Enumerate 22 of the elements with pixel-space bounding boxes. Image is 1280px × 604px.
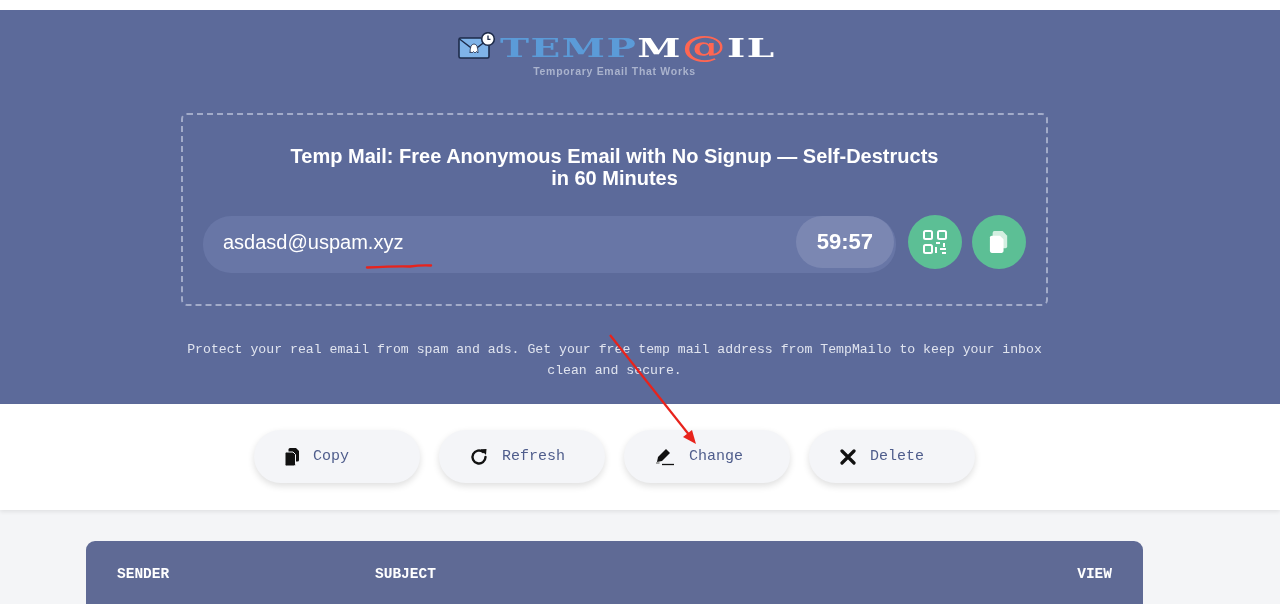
- logo-wordmark: TEMPM@IL: [499, 30, 776, 64]
- copy-icon: [989, 230, 1009, 254]
- copy-button[interactable]: Copy: [254, 430, 420, 483]
- change-button[interactable]: Change: [624, 430, 790, 483]
- email-address: asdasd@uspam.xyz: [223, 231, 404, 254]
- copy-icon: [285, 447, 299, 466]
- annotation-underline: [365, 264, 433, 269]
- column-header: VIEW: [1077, 565, 1112, 583]
- tagline: Temporary Email That Works: [533, 65, 696, 78]
- copy-address-button[interactable]: [972, 215, 1026, 269]
- delete-button[interactable]: Delete: [809, 430, 975, 483]
- qr-code-button[interactable]: [908, 215, 962, 269]
- hero-title: Temp Mail: Free Anonymous Email with No Signup — Self-Destructs in 60 Minutes: [289, 145, 940, 189]
- close-icon: [840, 448, 856, 465]
- envelope-ghost-clock-icon: [457, 31, 496, 59]
- pen-writing-icon: [655, 447, 675, 466]
- column-header: SUBJECT: [375, 565, 437, 583]
- refresh-button[interactable]: Refresh: [439, 430, 605, 483]
- countdown-timer: 59:57: [795, 216, 894, 268]
- refresh-icon: [470, 447, 488, 466]
- qr-code-icon: [923, 230, 947, 254]
- column-header: SENDER: [117, 565, 171, 583]
